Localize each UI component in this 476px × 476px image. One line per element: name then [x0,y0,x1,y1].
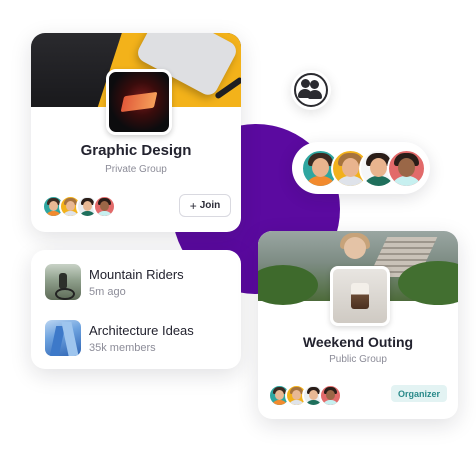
building-thumbnail [45,320,81,356]
avatar [319,384,342,407]
group-logo [330,266,390,326]
plus-icon: + [189,198,197,213]
graphic-design-card[interactable]: Graphic Design Private Group + Join [31,33,241,232]
member-avatars-pill [292,142,430,194]
join-button[interactable]: + Join [179,194,231,217]
group-title: Graphic Design [80,142,192,159]
group-title: Weekend Outing [302,334,414,350]
cyclist-thumbnail [45,264,81,300]
member-avatars [268,384,342,407]
list-item[interactable]: Architecture Ideas 35k members [45,320,235,360]
avatar [93,195,116,218]
group-privacy: Private Group [105,164,167,175]
groups-list-card: Mountain Riders 5m ago Architecture Idea… [31,250,241,369]
member-avatars [42,195,116,218]
group-privacy: Public Group [329,354,387,365]
group-logo [106,69,172,135]
list-item-name: Architecture Ideas [89,323,194,338]
list-item[interactable]: Mountain Riders 5m ago [45,264,235,304]
list-item-name: Mountain Riders [89,267,184,282]
weekend-outing-card[interactable]: Weekend Outing Public Group Organizer [258,231,458,419]
join-button-label: Join [199,200,221,211]
organizer-badge: Organizer [391,385,447,402]
list-item-meta: 35k members [89,342,156,354]
avatar [387,149,426,188]
people-icon[interactable] [291,70,331,110]
list-item-meta: 5m ago [89,286,126,298]
